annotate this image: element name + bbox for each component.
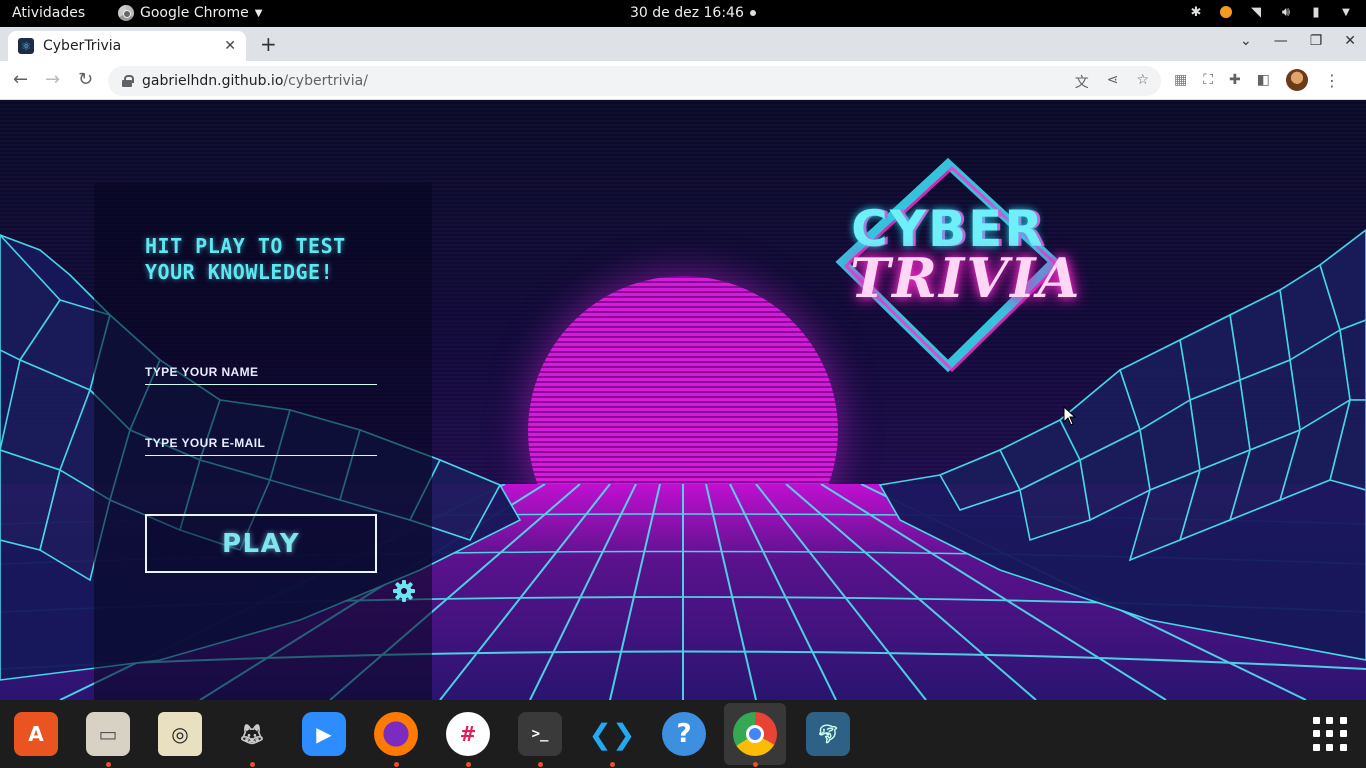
react-icon: ⚛	[18, 38, 34, 54]
chevron-down-icon[interactable]: ▼	[1338, 4, 1354, 20]
share-icon[interactable]: ⋖	[1107, 72, 1119, 92]
reload-icon[interactable]: ↻	[78, 69, 93, 90]
browser-toolbar: ← → ↻ gabrielhdn.github.io/cybertrivia/ …	[0, 61, 1366, 100]
page-viewport: CYBER TRIVIA HIT PLAY TO TEST YOUR KNOWL…	[0, 100, 1366, 700]
tab-title: CyberTrivia	[43, 38, 122, 54]
ubuntu-dock: A ▭ ◎ 🦊︎ ▶ # >_ ❮❯ ? 🐬︎	[0, 700, 1366, 768]
wifi-icon[interactable]: ◥	[1248, 4, 1264, 20]
volume-icon[interactable]: 🔊︎	[1278, 4, 1294, 20]
settings-gear-icon[interactable]	[392, 579, 416, 603]
page-headline: HIT PLAY TO TEST YOUR KNOWLEDGE!	[145, 234, 346, 284]
clock[interactable]: 30 de dez 16:46	[630, 5, 744, 21]
running-indicator	[250, 762, 255, 767]
mouse-cursor	[1063, 406, 1077, 426]
system-tray[interactable]: ✱ ◥ 🔊︎ ▮ ▼	[1188, 4, 1354, 20]
minimize-icon[interactable]: —	[1274, 33, 1288, 49]
url-host: gabrielhdn.github.io	[142, 73, 284, 89]
running-indicator	[466, 762, 471, 767]
show-applications-icon[interactable]	[1313, 717, 1347, 751]
window-controls: ⌄ — ❐ ✕	[1240, 33, 1356, 49]
running-indicator	[610, 762, 615, 767]
app-menu-label: Google Chrome	[140, 5, 249, 21]
puzzle-icon[interactable]: ✚	[1229, 72, 1241, 88]
chrome-icon	[118, 5, 134, 21]
logo-trivia-text: TRIVIA	[850, 246, 1082, 310]
close-icon[interactable]: ✕	[224, 38, 236, 54]
profile-avatar[interactable]	[1286, 69, 1309, 91]
email-input[interactable]	[145, 430, 377, 455]
tab-search-icon[interactable]: ⌄	[1240, 33, 1252, 49]
name-input[interactable]	[145, 359, 377, 384]
extension-icons: ▦ ⛶ ✚ ◧ ⋮	[1174, 69, 1340, 91]
rhythmbox-icon[interactable]: ◎	[158, 712, 202, 756]
system-top-bar: Atividades Google Chrome ▼ 30 de dez 16:…	[0, 0, 1366, 27]
running-indicator	[394, 762, 399, 767]
running-indicator	[538, 762, 543, 767]
chevron-down-icon: ▼	[254, 7, 263, 19]
terminal-icon[interactable]: >_	[518, 712, 562, 756]
screenshot-extension-icon[interactable]: ⛶	[1203, 72, 1213, 88]
translate-icon[interactable]: 文	[1075, 72, 1089, 92]
status-orange-icon[interactable]	[1218, 4, 1234, 20]
vscode-icon[interactable]: ❮❯	[589, 712, 636, 756]
chrome-dock-item[interactable]	[724, 703, 786, 765]
lock-icon[interactable]	[122, 75, 134, 87]
slack-tray-icon[interactable]: ✱	[1188, 4, 1204, 20]
zoom-icon[interactable]: ▶	[302, 712, 346, 756]
cybertrivia-logo: CYBER TRIVIA	[832, 158, 1082, 374]
chrome-icon	[733, 712, 777, 756]
back-icon[interactable]: ←	[13, 69, 28, 90]
restore-icon[interactable]: ❐	[1310, 33, 1323, 49]
url-path: /cybertrivia/	[283, 73, 368, 89]
sheets-extension-icon[interactable]: ▦	[1174, 72, 1187, 88]
app-menu[interactable]: Google Chrome ▼	[118, 5, 262, 21]
email-field[interactable]	[145, 430, 377, 456]
slack-icon[interactable]: #	[446, 712, 490, 756]
mysql-workbench-icon[interactable]: 🐬︎	[806, 712, 850, 756]
close-window-icon[interactable]: ✕	[1344, 33, 1356, 49]
address-bar[interactable]: gabrielhdn.github.io/cybertrivia/ 文 ⋖ ☆	[108, 66, 1161, 96]
notification-dot-icon	[750, 10, 756, 16]
gimp-icon[interactable]: 🦊︎	[230, 712, 274, 756]
firefox-icon[interactable]	[374, 712, 418, 756]
forward-icon[interactable]: →	[45, 69, 60, 90]
tab-cybertrivia[interactable]: ⚛ CyberTrivia ✕	[8, 31, 246, 61]
tab-strip: ⚛ CyberTrivia ✕ + ⌄ — ❐ ✕	[0, 27, 1366, 61]
battery-icon[interactable]: ▮	[1308, 4, 1324, 20]
files-icon[interactable]: ▭	[86, 712, 130, 756]
bookmark-star-icon[interactable]: ☆	[1136, 72, 1149, 92]
play-button[interactable]: PLAY	[145, 514, 377, 573]
kebab-menu-icon[interactable]: ⋮	[1324, 71, 1340, 90]
activities-button[interactable]: Atividades	[12, 5, 85, 21]
side-panel-icon[interactable]: ◧	[1257, 72, 1270, 88]
ubuntu-software-icon[interactable]: A	[14, 712, 58, 756]
running-indicator	[753, 762, 758, 767]
help-icon[interactable]: ?	[662, 712, 706, 756]
running-indicator	[106, 762, 111, 767]
name-field[interactable]	[145, 359, 377, 385]
new-tab-button[interactable]: +	[260, 34, 277, 54]
